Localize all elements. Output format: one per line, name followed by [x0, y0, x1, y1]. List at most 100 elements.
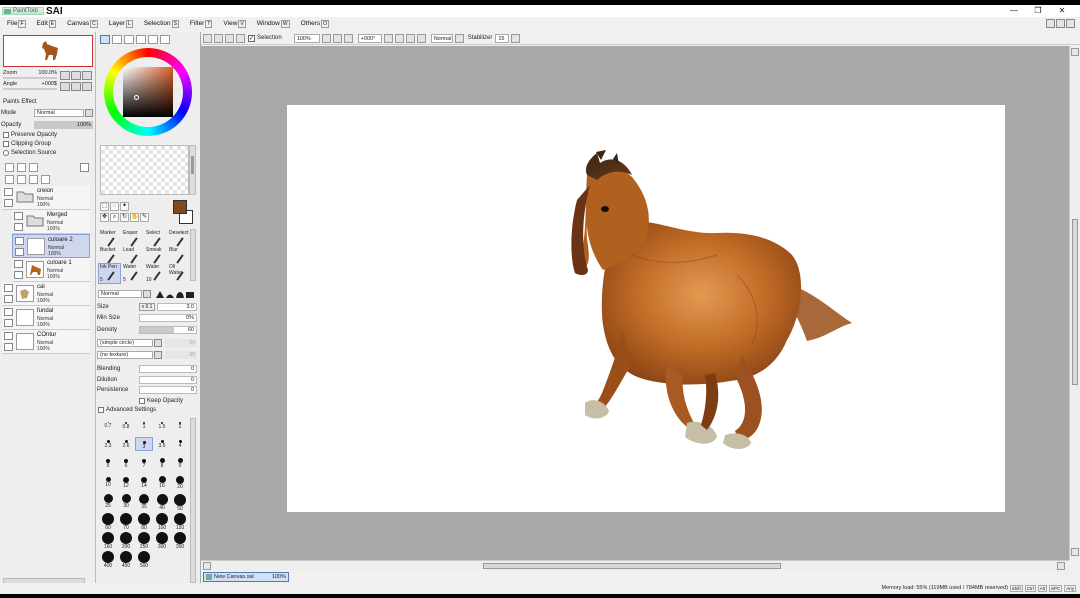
brush-size-preset[interactable]: 2: [171, 418, 189, 432]
menu-selection[interactable]: Selection S: [144, 19, 179, 28]
lock-icon[interactable]: [15, 248, 24, 256]
new-linework-layer-icon[interactable]: [17, 163, 26, 172]
merge-down-icon[interactable]: [17, 175, 26, 184]
menu-filter[interactable]: Filter T: [190, 19, 213, 28]
eyedropper-icon[interactable]: ✎: [140, 213, 149, 222]
scroll-up-arrow-icon[interactable]: [1071, 48, 1079, 56]
rotate-ccw-button[interactable]: [383, 33, 393, 43]
visibility-eye-icon[interactable]: [14, 260, 23, 268]
brush-size-preset[interactable]: 350: [171, 532, 189, 550]
close-button[interactable]: ✕: [1050, 5, 1074, 16]
rotate-reset-button[interactable]: [82, 82, 92, 91]
tip-soft-icon[interactable]: [176, 291, 184, 298]
layer-item-culoare-2[interactable]: culoare 2 Normal 100%: [12, 234, 90, 258]
zoom-in-button[interactable]: [71, 71, 81, 80]
brush-size-preset[interactable]: 16: [153, 475, 171, 489]
density-slider[interactable]: 60: [139, 326, 197, 334]
brush-size-preset[interactable]: 2.6: [117, 437, 135, 451]
brush-size-preset[interactable]: 80: [135, 513, 153, 531]
persistence-slider[interactable]: 0: [139, 386, 197, 394]
document-tab[interactable]: New Canvas.sai 100%: [203, 572, 289, 582]
deselect-button[interactable]: [225, 33, 234, 43]
brush-shape-dropdown-icon[interactable]: [154, 339, 162, 347]
drawing-canvas[interactable]: [287, 105, 1005, 512]
brush-size-preset[interactable]: 3.5: [153, 437, 171, 451]
layer-opacity-slider[interactable]: 100%: [34, 121, 93, 129]
brush-size-preset[interactable]: 30: [117, 494, 135, 509]
brush-size-preset[interactable]: 2.3: [99, 437, 117, 451]
undo-button[interactable]: [203, 33, 212, 43]
tip-flat-icon[interactable]: [186, 291, 194, 298]
brush-size-preset[interactable]: 3: [135, 437, 153, 451]
brush-size-preset[interactable]: 10: [99, 475, 117, 489]
brush-size-preset[interactable]: 250: [135, 532, 153, 550]
brush-size-preset[interactable]: 8: [153, 456, 171, 470]
color-wheel-tab-icon[interactable]: [100, 35, 110, 44]
preserve-opacity-box[interactable]: [3, 132, 9, 138]
visibility-eye-icon[interactable]: [15, 237, 24, 245]
brush-size-preset[interactable]: 20: [171, 475, 189, 490]
brush-size-preset[interactable]: 25: [99, 494, 117, 509]
menu-window[interactable]: Window W: [257, 19, 290, 28]
zoom-out-button[interactable]: [60, 71, 70, 80]
brush-size-preset[interactable]: 70: [117, 513, 135, 531]
layer-item-fundal[interactable]: fundal Normal 100%: [2, 306, 90, 330]
delete-layer-icon[interactable]: [41, 175, 50, 184]
view-zoom-field[interactable]: 100%: [293, 33, 320, 43]
brush-size-preset[interactable]: 1: [135, 418, 153, 432]
reset-rotation-button[interactable]: [405, 33, 415, 43]
zoom-icon[interactable]: ⌕: [110, 213, 119, 222]
menu-view[interactable]: View V: [223, 19, 246, 28]
brush-size-preset[interactable]: 40: [153, 494, 171, 511]
brush-size-preset[interactable]: 120: [171, 513, 189, 531]
rotate-left-button[interactable]: [60, 82, 70, 91]
angle-slider[interactable]: Angle +000$: [3, 81, 57, 91]
layer-item-creion[interactable]: creion Normal 100%: [2, 186, 90, 210]
rect-select-icon[interactable]: ⬚: [100, 202, 109, 211]
redo-button[interactable]: [214, 33, 223, 43]
rotate-right-button[interactable]: [71, 82, 81, 91]
invert-selection-button[interactable]: [236, 33, 245, 43]
layer-item-merged[interactable]: Merged Normal 100%: [12, 210, 90, 234]
dilution-slider[interactable]: 0: [139, 376, 197, 384]
saturation-value-square[interactable]: [123, 67, 173, 117]
brush-texture-dropdown-icon[interactable]: [154, 351, 162, 359]
rotate-icon[interactable]: ↻: [120, 213, 129, 222]
new-folder-icon[interactable]: [29, 163, 38, 172]
keep-opacity-box[interactable]: [139, 397, 145, 404]
lock-icon[interactable]: [4, 199, 13, 207]
menu-file[interactable]: File F: [7, 19, 26, 28]
menu-edit[interactable]: Edit E: [37, 19, 57, 28]
lock-icon[interactable]: [4, 295, 13, 303]
rotate-cw-button[interactable]: [394, 33, 404, 43]
brush-size-preset[interactable]: 0.8: [117, 418, 135, 432]
brush-size-preset[interactable]: 160: [99, 532, 117, 550]
layer-item-cal[interactable]: cal Normal 100%: [2, 282, 90, 306]
view-zoom-fit-button[interactable]: [343, 33, 353, 43]
checkmark-icon[interactable]: ✓: [248, 34, 255, 42]
brush-shape-strength[interactable]: 50: [165, 339, 197, 347]
selection-source-box[interactable]: [3, 150, 9, 156]
brush-ink-pen[interactable]: Ink Pen 5: [98, 263, 121, 284]
clipping-group-box[interactable]: [3, 141, 9, 147]
navigator-preview[interactable]: [3, 35, 93, 67]
brush-size-preset[interactable]: 1.5: [153, 418, 171, 432]
view-angle-field[interactable]: +000°: [357, 33, 382, 43]
zoom-reset-button[interactable]: [82, 71, 92, 80]
menu-layer[interactable]: Layer L: [109, 19, 133, 28]
brush-size-preset[interactable]: 400: [99, 551, 117, 569]
lock-icon[interactable]: [4, 343, 13, 351]
brush-size-preset[interactable]: 0.7: [99, 418, 117, 432]
view-mode-field[interactable]: Normal: [430, 33, 453, 43]
zoom-slider[interactable]: Zoom 100.0%: [3, 70, 57, 80]
color-palette-tab-icon[interactable]: [160, 35, 170, 44]
brush-size-preset[interactable]: 300: [153, 532, 171, 550]
blending-slider[interactable]: 0: [139, 365, 197, 373]
stabilizer-dropdown-icon[interactable]: [511, 33, 521, 43]
brush-mode-dropdown-icon[interactable]: [143, 290, 151, 298]
brush-size-preset[interactable]: 200: [117, 532, 135, 550]
tip-hard-icon[interactable]: [156, 291, 164, 298]
visibility-eye-icon[interactable]: [4, 284, 13, 292]
view-mode-dropdown-icon[interactable]: [454, 33, 464, 43]
magic-wand-icon[interactable]: ✦: [120, 202, 129, 211]
